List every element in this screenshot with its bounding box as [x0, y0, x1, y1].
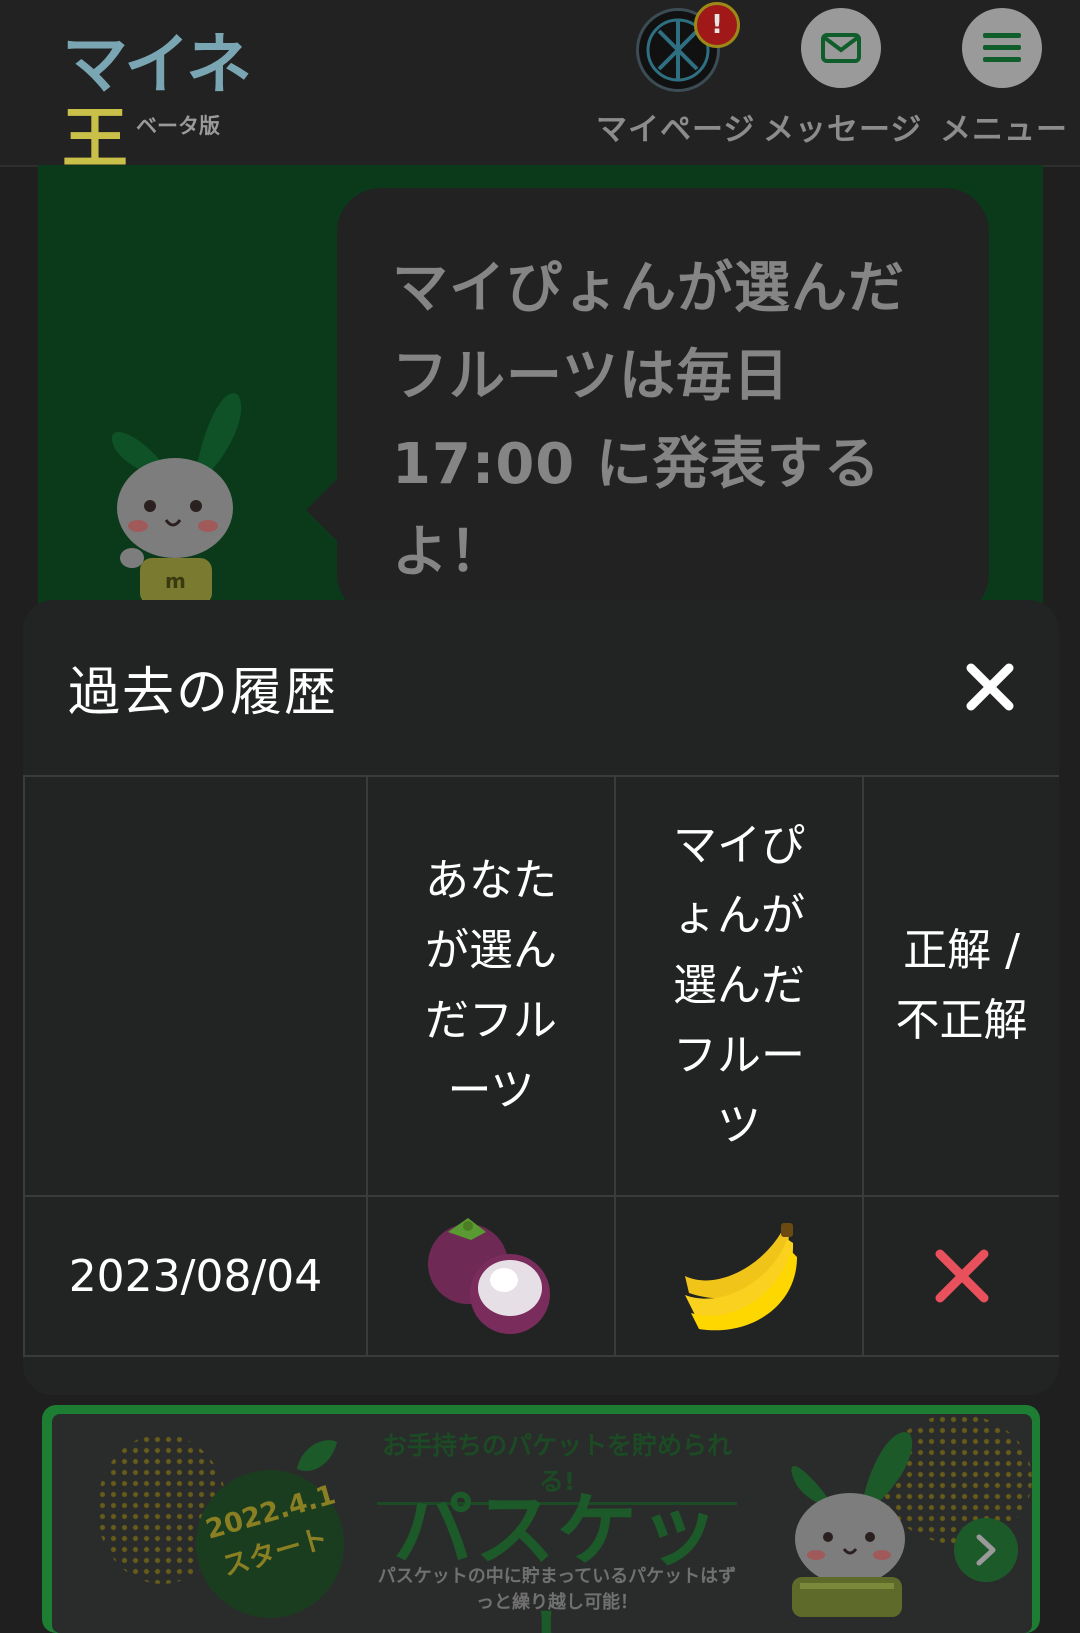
your-fruit-cell: [366, 1195, 616, 1357]
mypage-label[interactable]: マイページ: [596, 104, 755, 149]
table-row: 2023/08/04: [23, 1195, 1059, 1357]
column-header-your-fruit-label: あなたが選んだフルーツ: [425, 855, 557, 1116]
column-header-mypyon-fruit: マイぴょんが選んだフルーツ: [614, 775, 864, 1197]
ad-subtitle: パスケットの中に貯まっているパケットはずっと繰り越し可能！: [377, 1566, 737, 1613]
mypyon-basket-mascot-icon: [791, 1432, 913, 1617]
site-header: マイネ王 ベータ版 ! マイページ メッセージ メニュー: [0, 0, 1080, 176]
mineo-logo[interactable]: マイネ王 ベータ版: [62, 28, 292, 176]
column-header-mypyon-fruit-label: マイぴょんが選んだフルーツ: [673, 820, 805, 1151]
mypyon-fruit-cell: [614, 1195, 864, 1357]
modal-title: 過去の履歴: [68, 663, 339, 723]
mypyon-mascot-icon: m: [111, 393, 242, 605]
column-header-result-label: 正解 / 不正解: [895, 925, 1028, 1046]
menu-button[interactable]: [962, 8, 1042, 88]
incorrect-x-icon: [935, 1249, 988, 1303]
envelope-icon: [821, 33, 861, 63]
banana-icon: [685, 1223, 797, 1331]
pasket-ad-content[interactable]: 2022.4.1 スタート お手持ちのパケットを貯められる! パスケット パスケ…: [52, 1414, 1032, 1633]
column-header-date: [23, 775, 368, 1197]
alert-badge: !: [694, 2, 740, 48]
svg-text:m: m: [165, 569, 186, 593]
chevron-right-icon: [976, 1534, 996, 1566]
menu-label[interactable]: メニュー: [940, 104, 1068, 149]
mangosteen-icon: [428, 1218, 550, 1334]
logo-mark: マイネ王: [62, 26, 252, 177]
beta-label: ベータ版: [136, 114, 220, 138]
column-header-your-fruit: あなたが選んだフルーツ: [366, 775, 616, 1197]
table-header-row: あなたが選んだフルーツ マイぴょんが選んだフルーツ 正解 / 不正解: [23, 775, 1059, 1197]
message-button[interactable]: [801, 8, 881, 88]
history-modal: 過去の履歴 あなたが選んだフルーツ マイぴょんが選んだフルーツ 正解 / 不正解: [23, 600, 1059, 1395]
ad-next-button[interactable]: [954, 1518, 1018, 1582]
speech-bubble-tail: [306, 478, 338, 542]
hamburger-icon: [983, 33, 1021, 62]
result-cell: [862, 1195, 1059, 1357]
close-icon[interactable]: [961, 658, 1019, 716]
announcement-text: マイぴょんが選んだフルーツは毎日 17:00 に発表するよ！: [392, 256, 905, 585]
row-date: 2023/08/04: [23, 1195, 368, 1357]
column-header-result: 正解 / 不正解: [862, 775, 1059, 1197]
history-table: あなたが選んだフルーツ マイぴょんが選んだフルーツ 正解 / 不正解 2023/…: [23, 775, 1059, 1357]
message-label[interactable]: メッセージ: [763, 104, 922, 149]
